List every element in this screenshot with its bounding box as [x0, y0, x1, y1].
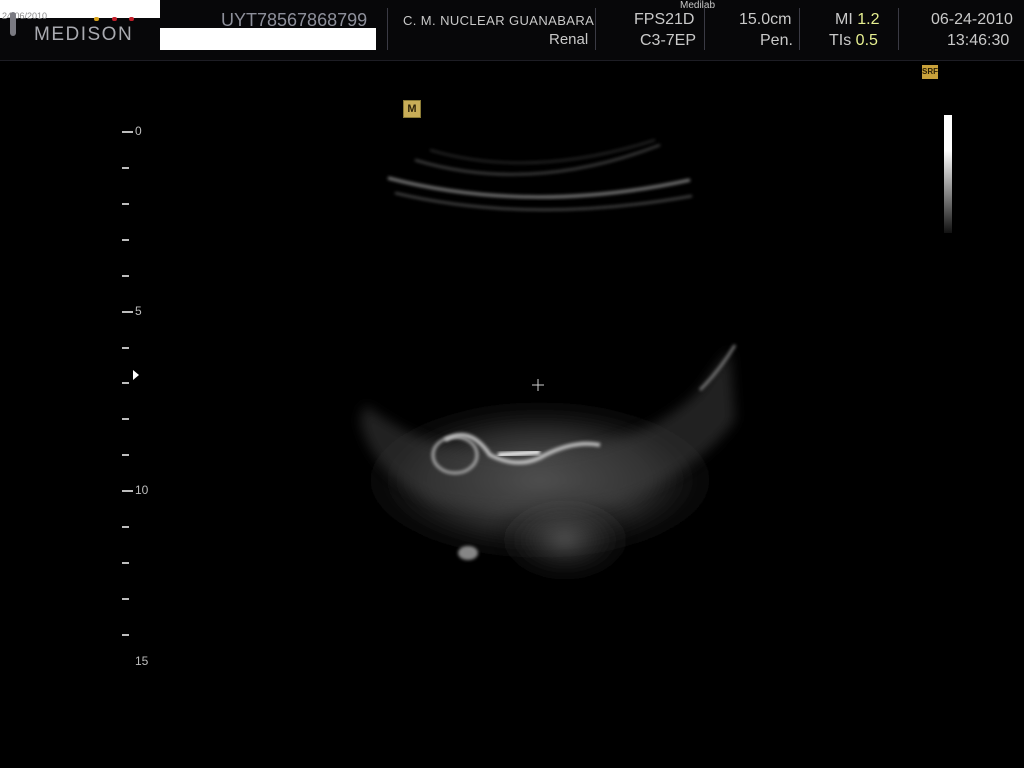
- depth-tick: [122, 418, 129, 420]
- depth-tick: [122, 239, 129, 241]
- grayscale-bar: [944, 115, 952, 233]
- srf-badge: SRF: [922, 65, 938, 79]
- depth-tick: [122, 598, 129, 600]
- depth-tick: [122, 526, 129, 528]
- depth-tick: [122, 454, 129, 456]
- depth-label: 0: [135, 124, 142, 138]
- depth-tick: [122, 347, 129, 349]
- depth-tick: [122, 275, 129, 277]
- depth-label: 10: [135, 483, 149, 497]
- depth-tick: [122, 167, 129, 169]
- depth-tick: [122, 203, 129, 205]
- depth-label: 5: [135, 304, 142, 318]
- depth-tick: [122, 131, 133, 133]
- bladder-wall-echo: [340, 344, 740, 590]
- depth-tick: [122, 382, 129, 384]
- depth-tick: [122, 634, 129, 636]
- ultrasound-image: [340, 139, 740, 590]
- focus-marker-icon[interactable]: [133, 370, 139, 380]
- depth-tick: [122, 490, 133, 492]
- depth-label: 15: [135, 654, 149, 668]
- mode-badge-m: M: [403, 100, 421, 118]
- depth-tick: [122, 562, 129, 564]
- depth-tick: [122, 311, 133, 313]
- focal-cursor-icon: [532, 379, 544, 391]
- near-field-echo: [387, 139, 693, 211]
